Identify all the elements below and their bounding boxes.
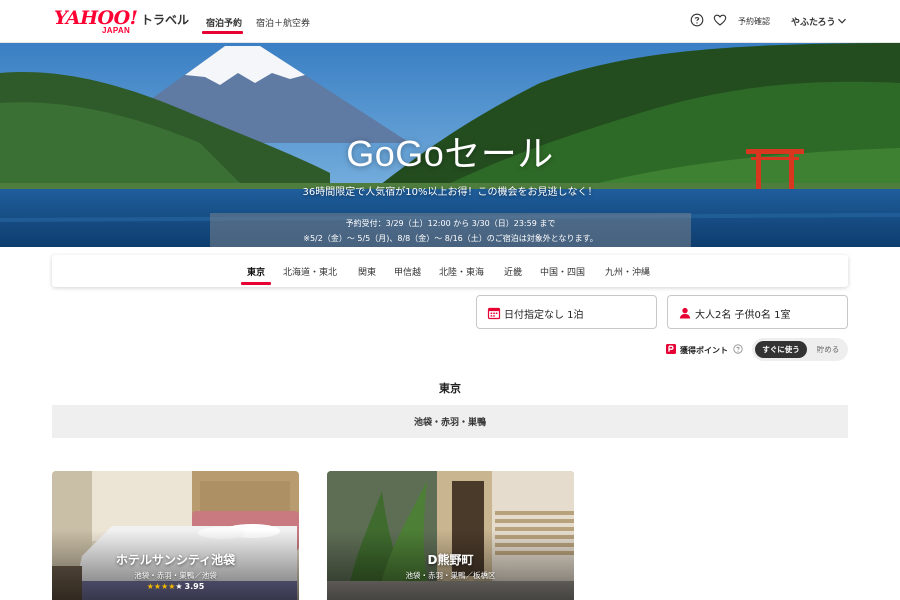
hotel-name: D熊野町 <box>427 553 474 567</box>
region-tab-kyushu-okinawa[interactable]: 九州・沖縄 <box>605 265 650 278</box>
service-name[interactable]: トラベル <box>141 11 189 28</box>
yahoo-japan-logo[interactable]: YAHOO! JAPAN <box>54 9 144 36</box>
region-tab-bar: 東京 北海道・東北 関東 甲信越 北陸・東海 近畿 中国・四国 九州・沖縄 <box>52 255 848 287</box>
date-selector-label: 日付指定なし 1泊 <box>504 310 584 321</box>
region-tab-hokuriku-tokai[interactable]: 北陸・東海 <box>439 265 484 278</box>
exclusion-note: ※5/2（金）〜 5/5（月)、8/8（金）〜 8/16（土）のご宿泊は対象外と… <box>303 234 598 243</box>
area-header: 池袋・赤羽・巣鴨 <box>52 405 848 438</box>
region-tab-koshinetsu[interactable]: 甲信越 <box>394 265 421 278</box>
heart-icon[interactable] <box>713 13 727 27</box>
hotel-rating: ★★★★★ 3.95 <box>52 582 299 591</box>
region-tab-kanto[interactable]: 関東 <box>358 265 376 278</box>
hotel-location: 池袋・赤羽・巣鴨／板橋区 <box>405 571 496 580</box>
star-rating-icon: ★★★★★ <box>146 582 183 591</box>
guest-selector[interactable]: 大人2名 子供0名 1室 <box>667 295 848 329</box>
point-badge-icon <box>666 344 676 354</box>
site-header: YAHOO! JAPAN トラベル 宿泊予約 宿泊＋航空券 予約確認 やふたろう <box>0 0 900 43</box>
region-tab-hokkaido-tohoku[interactable]: 北海道・東北 <box>283 265 337 278</box>
hotel-card[interactable]: ホテルサンシティ池袋 池袋・赤羽・巣鴨／池袋 ★★★★★ 3.95 <box>52 471 299 600</box>
toggle-save[interactable]: 貯める <box>811 341 845 358</box>
region-tab-kinki[interactable]: 近畿 <box>504 265 522 278</box>
hotel-card[interactable]: D熊野町 池袋・赤羽・巣鴨／板橋区 <box>327 471 574 600</box>
points-label: 獲得ポイント <box>680 346 728 355</box>
hero-notice-box: 予約受付：3/29（土）12:00 から 3/30（日）23:59 まで ※5/… <box>210 213 691 247</box>
hero-banner: GoGoセール 36時間限定で人気宿が10%以上お得！この機会をお見逃しなく！ … <box>0 43 900 247</box>
booking-period: 予約受付：3/29（土）12:00 から 3/30（日）23:59 まで <box>345 219 556 228</box>
chevron-down-icon[interactable] <box>837 16 847 26</box>
tab-hotel-booking[interactable]: 宿泊予約 <box>206 16 242 29</box>
reservation-check-link[interactable]: 予約確認 <box>738 16 770 27</box>
hotel-location: 池袋・赤羽・巣鴨／池袋 <box>134 571 217 580</box>
area-label: 池袋・赤羽・巣鴨 <box>413 418 486 428</box>
person-icon <box>679 307 691 319</box>
points-toggle[interactable]: すぐに使う 貯める <box>752 338 848 361</box>
section-title: 東京 <box>439 382 461 395</box>
active-tab-indicator <box>202 31 243 34</box>
logo-sub: JAPAN <box>102 26 131 35</box>
hero-subtitle: 36時間限定で人気宿が10%以上お得！この機会をお見逃しなく！ <box>302 187 598 198</box>
question-circle-icon[interactable] <box>690 13 704 27</box>
hotel-name: ホテルサンシティ池袋 <box>115 553 236 567</box>
guest-selector-label: 大人2名 子供0名 1室 <box>695 310 791 321</box>
date-selector[interactable]: 日付指定なし 1泊 <box>476 295 657 329</box>
active-region-indicator <box>241 282 271 285</box>
toggle-use-now[interactable]: すぐに使う <box>755 341 807 358</box>
question-circle-icon[interactable] <box>733 344 743 354</box>
user-menu[interactable]: やふたろう <box>791 15 835 28</box>
calendar-icon <box>487 307 501 320</box>
rating-value: 3.95 <box>184 582 205 591</box>
tab-hotel-flight[interactable]: 宿泊＋航空券 <box>256 16 310 29</box>
hero-title: GoGoセール <box>346 133 554 174</box>
region-tab-tokyo[interactable]: 東京 <box>247 265 265 278</box>
region-tab-chugoku-shikoku[interactable]: 中国・四国 <box>540 265 585 278</box>
